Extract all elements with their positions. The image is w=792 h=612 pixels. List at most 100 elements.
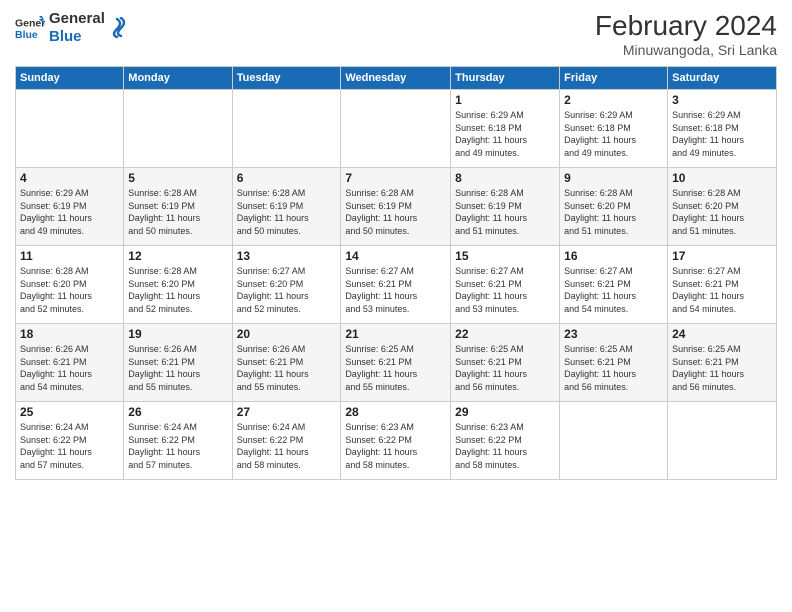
day-number: 18 xyxy=(20,327,119,341)
col-tuesday: Tuesday xyxy=(232,67,341,90)
day-number: 12 xyxy=(128,249,227,263)
month-year: February 2024 xyxy=(595,10,777,42)
day-info: Sunrise: 6:25 AM Sunset: 6:21 PM Dayligh… xyxy=(345,343,446,393)
table-row: 4 Sunrise: 6:29 AM Sunset: 6:19 PM Daylig… xyxy=(16,168,124,246)
table-row: 28 Sunrise: 6:23 AM Sunset: 6:22 PM Dayli… xyxy=(341,402,451,480)
day-info: Sunrise: 6:28 AM Sunset: 6:19 PM Dayligh… xyxy=(455,187,555,237)
table-row: 18 Sunrise: 6:26 AM Sunset: 6:21 PM Dayli… xyxy=(16,324,124,402)
day-number: 10 xyxy=(672,171,772,185)
day-info: Sunrise: 6:28 AM Sunset: 6:20 PM Dayligh… xyxy=(564,187,663,237)
day-info: Sunrise: 6:27 AM Sunset: 6:21 PM Dayligh… xyxy=(345,265,446,315)
col-sunday: Sunday xyxy=(16,67,124,90)
logo-icon: General Blue xyxy=(15,13,45,43)
col-wednesday: Wednesday xyxy=(341,67,451,90)
day-number: 25 xyxy=(20,405,119,419)
day-number: 3 xyxy=(672,93,772,107)
day-info: Sunrise: 6:25 AM Sunset: 6:21 PM Dayligh… xyxy=(455,343,555,393)
day-number: 16 xyxy=(564,249,663,263)
table-row xyxy=(560,402,668,480)
location: Minuwangoda, Sri Lanka xyxy=(595,42,777,58)
col-monday: Monday xyxy=(124,67,232,90)
table-row: 25 Sunrise: 6:24 AM Sunset: 6:22 PM Dayli… xyxy=(16,402,124,480)
day-info: Sunrise: 6:26 AM Sunset: 6:21 PM Dayligh… xyxy=(237,343,337,393)
col-thursday: Thursday xyxy=(451,67,560,90)
day-number: 19 xyxy=(128,327,227,341)
day-number: 4 xyxy=(20,171,119,185)
day-number: 5 xyxy=(128,171,227,185)
day-number: 20 xyxy=(237,327,337,341)
day-info: Sunrise: 6:28 AM Sunset: 6:19 PM Dayligh… xyxy=(237,187,337,237)
day-info: Sunrise: 6:24 AM Sunset: 6:22 PM Dayligh… xyxy=(128,421,227,471)
table-row: 1Sunrise: 6:29 AM Sunset: 6:18 PM Daylig… xyxy=(451,90,560,168)
day-number: 15 xyxy=(455,249,555,263)
day-info: Sunrise: 6:28 AM Sunset: 6:20 PM Dayligh… xyxy=(20,265,119,315)
table-row: 12Sunrise: 6:28 AM Sunset: 6:20 PM Dayli… xyxy=(124,246,232,324)
table-row: 9 Sunrise: 6:28 AM Sunset: 6:20 PM Daylig… xyxy=(560,168,668,246)
calendar-week-row: 11 Sunrise: 6:28 AM Sunset: 6:20 PM Dayli… xyxy=(16,246,777,324)
day-number: 2 xyxy=(564,93,663,107)
day-info: Sunrise: 6:28 AM Sunset: 6:20 PM Dayligh… xyxy=(672,187,772,237)
day-info: Sunrise: 6:24 AM Sunset: 6:22 PM Dayligh… xyxy=(237,421,337,471)
table-row: 8 Sunrise: 6:28 AM Sunset: 6:19 PM Daylig… xyxy=(451,168,560,246)
table-row: 29 Sunrise: 6:23 AM Sunset: 6:22 PM Dayli… xyxy=(451,402,560,480)
day-number: 13 xyxy=(237,249,337,263)
table-row xyxy=(124,90,232,168)
table-row: 16 Sunrise: 6:27 AM Sunset: 6:21 PM Dayli… xyxy=(560,246,668,324)
day-number: 6 xyxy=(237,171,337,185)
calendar-week-row: 4 Sunrise: 6:29 AM Sunset: 6:19 PM Daylig… xyxy=(16,168,777,246)
day-info: Sunrise: 6:28 AM Sunset: 6:19 PM Dayligh… xyxy=(128,187,227,237)
day-number: 27 xyxy=(237,405,337,419)
calendar-week-row: 18 Sunrise: 6:26 AM Sunset: 6:21 PM Dayli… xyxy=(16,324,777,402)
table-row xyxy=(16,90,124,168)
logo: General Blue General Blue xyxy=(15,10,127,46)
day-info: Sunrise: 6:27 AM Sunset: 6:20 PM Dayligh… xyxy=(237,265,337,315)
table-row xyxy=(668,402,777,480)
day-number: 29 xyxy=(455,405,555,419)
table-row: 26 Sunrise: 6:24 AM Sunset: 6:22 PM Dayli… xyxy=(124,402,232,480)
table-row xyxy=(232,90,341,168)
calendar-week-row: 1Sunrise: 6:29 AM Sunset: 6:18 PM Daylig… xyxy=(16,90,777,168)
table-row: 19 Sunrise: 6:26 AM Sunset: 6:21 PM Dayli… xyxy=(124,324,232,402)
day-number: 8 xyxy=(455,171,555,185)
day-number: 9 xyxy=(564,171,663,185)
table-row xyxy=(341,90,451,168)
day-info: Sunrise: 6:23 AM Sunset: 6:22 PM Dayligh… xyxy=(455,421,555,471)
day-number: 17 xyxy=(672,249,772,263)
table-row: 13 Sunrise: 6:27 AM Sunset: 6:20 PM Dayli… xyxy=(232,246,341,324)
day-info: Sunrise: 6:26 AM Sunset: 6:21 PM Dayligh… xyxy=(20,343,119,393)
day-info: Sunrise: 6:24 AM Sunset: 6:22 PM Dayligh… xyxy=(20,421,119,471)
table-row: 24 Sunrise: 6:25 AM Sunset: 6:21 PM Dayli… xyxy=(668,324,777,402)
day-number: 21 xyxy=(345,327,446,341)
day-number: 22 xyxy=(455,327,555,341)
table-row: 10 Sunrise: 6:28 AM Sunset: 6:20 PM Dayli… xyxy=(668,168,777,246)
day-number: 11 xyxy=(20,249,119,263)
day-number: 23 xyxy=(564,327,663,341)
day-number: 7 xyxy=(345,171,446,185)
day-info: Sunrise: 6:25 AM Sunset: 6:21 PM Dayligh… xyxy=(672,343,772,393)
table-row: 5 Sunrise: 6:28 AM Sunset: 6:19 PM Daylig… xyxy=(124,168,232,246)
table-row: 17Sunrise: 6:27 AM Sunset: 6:21 PM Dayli… xyxy=(668,246,777,324)
svg-text:Blue: Blue xyxy=(15,29,38,41)
day-info: Sunrise: 6:28 AM Sunset: 6:19 PM Dayligh… xyxy=(345,187,446,237)
day-info: Sunrise: 6:27 AM Sunset: 6:21 PM Dayligh… xyxy=(564,265,663,315)
table-row: 22 Sunrise: 6:25 AM Sunset: 6:21 PM Dayli… xyxy=(451,324,560,402)
day-number: 24 xyxy=(672,327,772,341)
day-number: 14 xyxy=(345,249,446,263)
day-info: Sunrise: 6:26 AM Sunset: 6:21 PM Dayligh… xyxy=(128,343,227,393)
logo-general: General xyxy=(49,10,105,28)
col-friday: Friday xyxy=(560,67,668,90)
day-info: Sunrise: 6:23 AM Sunset: 6:22 PM Dayligh… xyxy=(345,421,446,471)
table-row: 23 Sunrise: 6:25 AM Sunset: 6:21 PM Dayli… xyxy=(560,324,668,402)
day-info: Sunrise: 6:29 AM Sunset: 6:19 PM Dayligh… xyxy=(20,187,119,237)
table-row: 15Sunrise: 6:27 AM Sunset: 6:21 PM Dayli… xyxy=(451,246,560,324)
day-number: 26 xyxy=(128,405,227,419)
day-number: 28 xyxy=(345,405,446,419)
header: General Blue General Blue February 2024 … xyxy=(15,10,777,58)
table-row: 21 Sunrise: 6:25 AM Sunset: 6:21 PM Dayli… xyxy=(341,324,451,402)
table-row: 3Sunrise: 6:29 AM Sunset: 6:18 PM Daylig… xyxy=(668,90,777,168)
day-info: Sunrise: 6:25 AM Sunset: 6:21 PM Dayligh… xyxy=(564,343,663,393)
calendar-table: Sunday Monday Tuesday Wednesday Thursday… xyxy=(15,66,777,480)
logo-blue: Blue xyxy=(49,28,105,46)
table-row: 11 Sunrise: 6:28 AM Sunset: 6:20 PM Dayli… xyxy=(16,246,124,324)
table-row: 7 Sunrise: 6:28 AM Sunset: 6:19 PM Daylig… xyxy=(341,168,451,246)
